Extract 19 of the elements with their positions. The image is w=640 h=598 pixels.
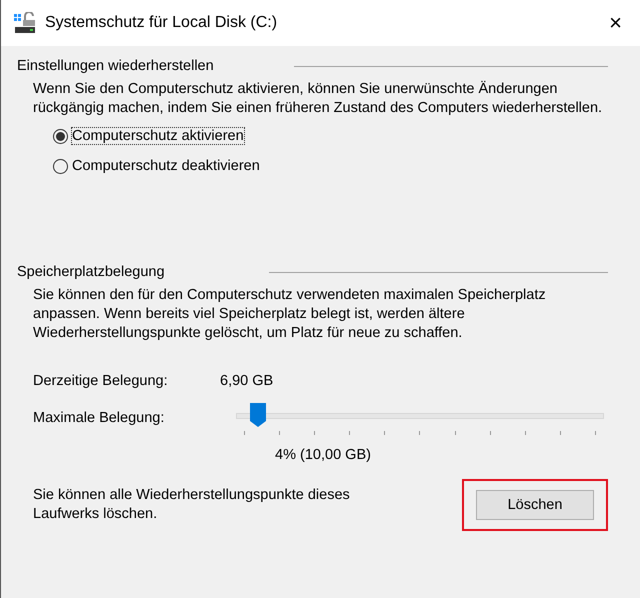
window-title: Systemschutz für Local Disk (C:): [45, 14, 278, 32]
description-text: Wenn Sie den Computerschutz aktivieren, können Sie unerwünschte Änderungen rückgängig machen, indem Sie einen früheren Zustand des Computers wiederherstellen.: [33, 80, 604, 118]
description-text: Sie können alle Wiederherstellungspunkte dieses Laufwerks löschen.: [33, 486, 351, 524]
description-text: Sie können den für den Computerschutz verwendeten maximalen Speicherplatz anpassen. Wenn bereits viel Speicherplatz belegt ist, werden ältere Wiederherstellungspunkte gelöscht, um Platz für neue zu schaffen.: [33, 286, 547, 343]
section-heading: Einstellungen wiederherstellen: [17, 58, 214, 74]
radio-button[interactable]: [53, 128, 68, 144]
radio-button[interactable]: [53, 158, 68, 174]
close-button[interactable]: ×: [601, 10, 630, 36]
usage-value: 6,90 GB: [220, 373, 274, 389]
drive-lock-icon: [13, 12, 37, 34]
field-label: Maximale Belegung:: [33, 410, 166, 426]
delete-button[interactable]: Löschen: [476, 490, 594, 520]
radio-option[interactable]: Computerschutz deaktivieren: [53, 158, 608, 174]
usage-reading: 4% (10,00 GB): [274, 447, 372, 463]
radio-option[interactable]: Computerschutz aktivieren: [53, 128, 608, 144]
field-label: Derzeitige Belegung:: [33, 373, 169, 389]
slider-thumb[interactable]: [250, 403, 266, 427]
usage-slider[interactable]: [236, 403, 604, 433]
section-heading: Speicherplatzbelegung: [17, 264, 165, 280]
